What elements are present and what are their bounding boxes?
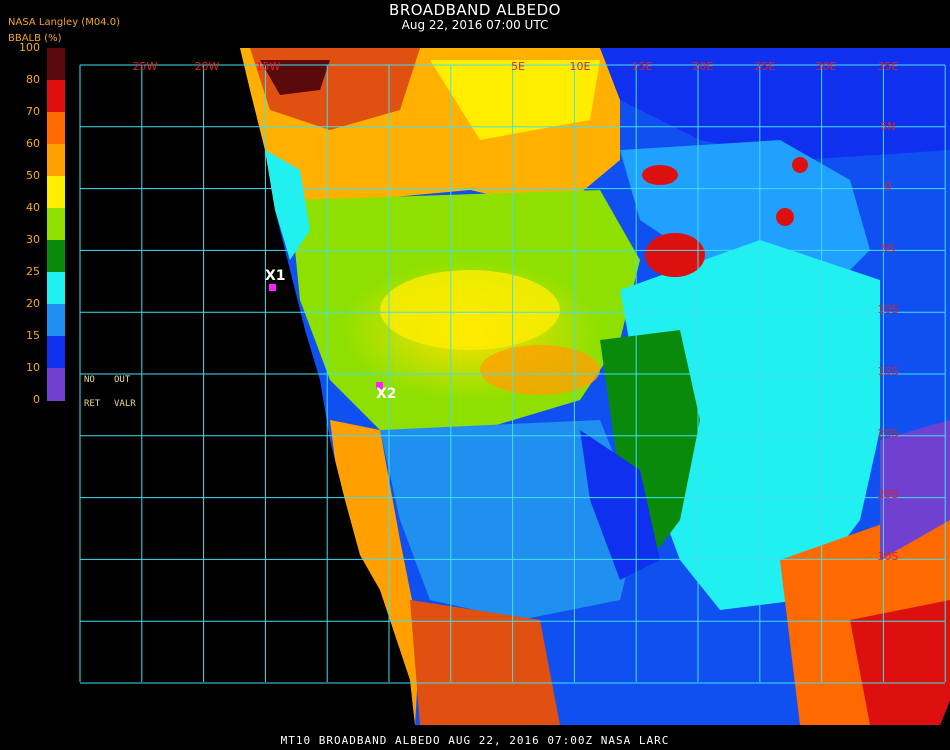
longitude-label: 15W xyxy=(256,60,281,73)
albedo-map: 25W 20W 15W 5E 10E 15E 20E 25E 30E 35E 5N 0 5S 10S 15S… xyxy=(79,48,950,725)
longitude-label: 35E xyxy=(878,60,899,73)
marker-x1 xyxy=(269,284,276,291)
longitude-label: 15E xyxy=(632,60,653,73)
longitude-label: 20W xyxy=(195,60,220,73)
marker-x1-label: X1 xyxy=(265,268,286,284)
longitude-label: 20E xyxy=(693,60,714,73)
latitude-label: 5N xyxy=(880,120,895,133)
longitude-label: 10E xyxy=(570,60,591,73)
latitude-label: 25S xyxy=(878,488,899,501)
longitude-label: 25E xyxy=(755,60,776,73)
latitude-label: 30S xyxy=(878,550,899,563)
marker-x1-point xyxy=(269,284,276,291)
latitude-label: 20S xyxy=(878,427,899,440)
longitude-label: 30E xyxy=(816,60,837,73)
albedo-field xyxy=(240,48,950,725)
latitude-label: 0 xyxy=(885,180,892,193)
latitude-label: 15S xyxy=(878,365,899,378)
marker-x2-label: X2 xyxy=(376,386,397,402)
longitude-label: 25W xyxy=(133,60,158,73)
latitude-label: 10S xyxy=(878,303,899,316)
longitude-label: 5E xyxy=(511,60,525,73)
footer-caption: MT10 BROADBAND ALBEDO AUG 22, 2016 07:00… xyxy=(280,734,670,747)
latitude-label: 5S xyxy=(881,242,895,255)
